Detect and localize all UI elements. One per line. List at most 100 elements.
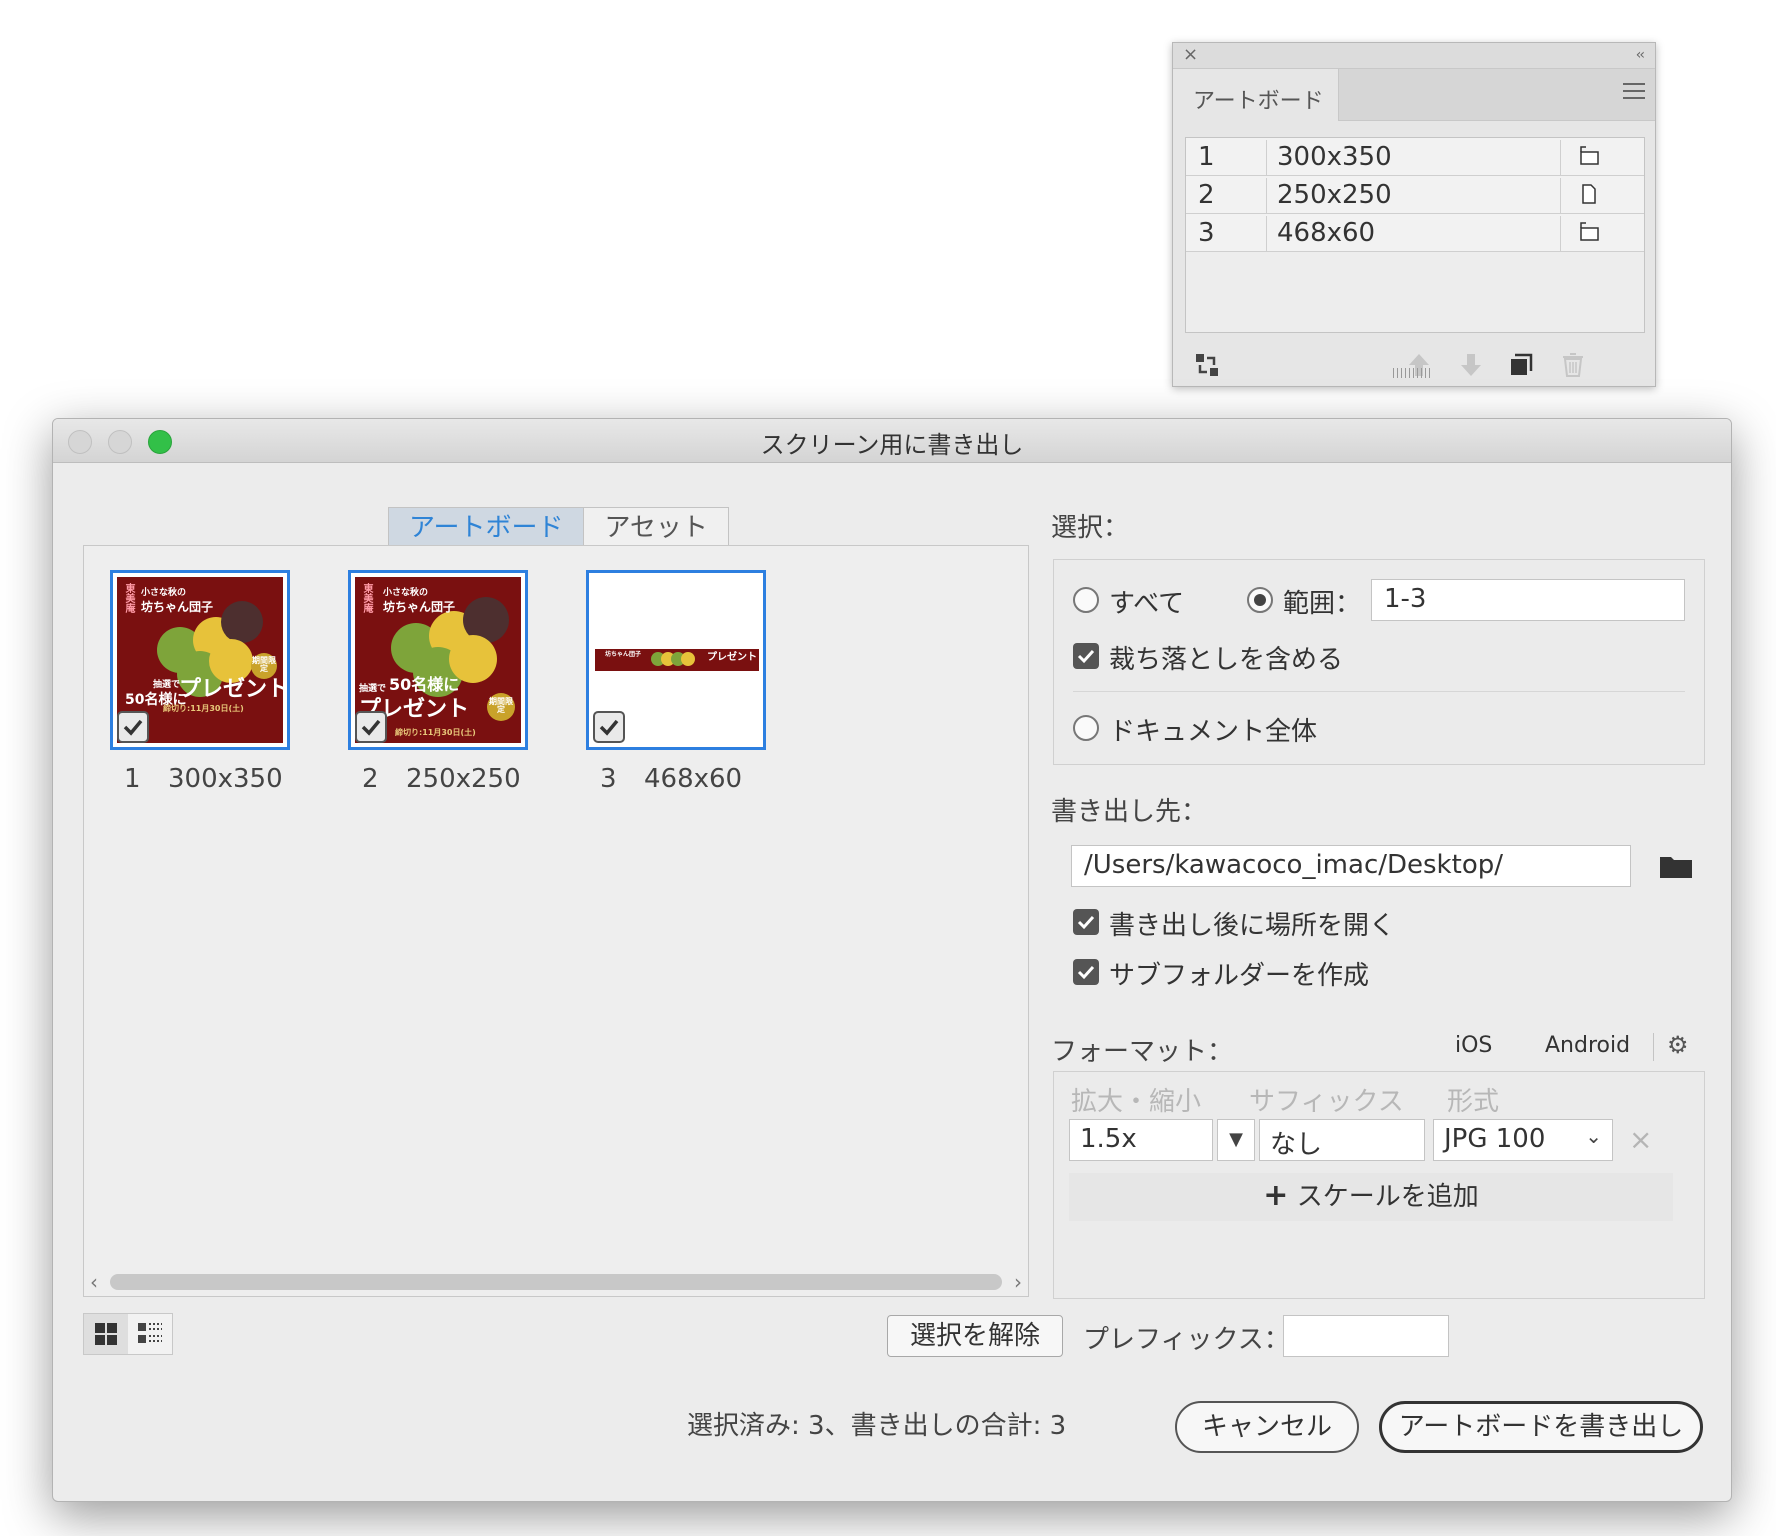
- artboard-landscape-icon[interactable]: [1578, 220, 1600, 244]
- grid-view-button[interactable]: [84, 1314, 128, 1354]
- suffix-input[interactable]: なし: [1259, 1119, 1425, 1161]
- collapse-icon[interactable]: ‹‹: [1636, 47, 1645, 63]
- column-suffix: サフィックス: [1249, 1087, 1404, 1117]
- tab-bar: アートボード アセット: [388, 507, 729, 547]
- radio-whole-document[interactable]: [1073, 715, 1099, 741]
- thumbnail-number: 3: [600, 764, 617, 794]
- list-view-button[interactable]: [128, 1314, 172, 1354]
- artboard-checkbox[interactable]: [117, 711, 149, 743]
- include-bleed-checkbox[interactable]: [1073, 643, 1099, 669]
- rearrange-artboards-icon[interactable]: [1193, 351, 1221, 379]
- artboard-row[interactable]: 3 468x60: [1186, 214, 1644, 252]
- art-badge: 期間限定: [487, 693, 515, 721]
- art-line2: 坊ちゃん団子: [605, 651, 642, 658]
- prefix-input[interactable]: [1283, 1315, 1449, 1357]
- add-scale-button[interactable]: + スケールを追加: [1069, 1173, 1673, 1221]
- folder-icon[interactable]: [1659, 853, 1693, 879]
- artboard-thumbnail[interactable]: 坊ちゃん団子 プレゼント: [586, 570, 766, 750]
- radio-range-label: 範囲：: [1283, 589, 1362, 619]
- artboard-thumbnail[interactable]: 東美庵 小さな秋の 坊ちゃん団子 期間限定 抽選で 50名様に プレゼント 締切…: [110, 570, 290, 750]
- thumbnail-size: 300x350: [168, 764, 283, 794]
- art-deadline: 締切り:11月30日(土): [163, 704, 244, 713]
- format-select[interactable]: JPG 100 ⌄: [1433, 1119, 1613, 1161]
- scrollbar-thumb[interactable]: [110, 1274, 1002, 1290]
- banner-image: 坊ちゃん団子 プレゼント: [595, 649, 759, 671]
- divider: [1073, 691, 1685, 692]
- thumbnail-size: 250x250: [406, 764, 521, 794]
- status-text: 選択済み: 3、書き出しの合計: 3: [687, 1411, 1067, 1441]
- resize-grip[interactable]: [1393, 368, 1433, 378]
- artboard-checkbox[interactable]: [355, 711, 387, 743]
- artboard-checkbox[interactable]: [593, 711, 625, 743]
- artboard-landscape-icon[interactable]: [1578, 144, 1600, 168]
- new-artboard-icon[interactable]: [1507, 351, 1535, 379]
- close-icon[interactable]: ×: [1183, 46, 1198, 64]
- artboard-name[interactable]: 250x250: [1266, 178, 1561, 214]
- export-to-label: 書き出し先：: [1051, 797, 1208, 827]
- art-line1: 小さな秋の: [383, 588, 429, 598]
- panel-footer: [1173, 343, 1655, 387]
- thumbnail-number: 2: [362, 764, 379, 794]
- artboards-panel: × ‹‹ アートボード 1 300x350 2 250x250 3 468x60: [1172, 42, 1656, 387]
- artboard-name[interactable]: 300x350: [1266, 140, 1561, 176]
- export-path-input[interactable]: /Users/kawacoco_imac/Desktop/: [1071, 845, 1631, 887]
- delete-icon[interactable]: [1559, 351, 1587, 379]
- grid-view-icon: [95, 1323, 117, 1345]
- selection-label: 選択：: [1051, 513, 1130, 543]
- radio-range[interactable]: [1247, 587, 1273, 613]
- scale-dropdown-button[interactable]: ▼: [1217, 1119, 1255, 1161]
- include-bleed-label: 裁ち落としを含める: [1109, 645, 1344, 675]
- tab-assets[interactable]: アセット: [584, 507, 729, 547]
- export-artboards-button[interactable]: アートボードを書き出し: [1379, 1401, 1703, 1453]
- artboard-row[interactable]: 1 300x350: [1186, 138, 1644, 176]
- panel-titlebar: × ‹‹: [1173, 43, 1655, 69]
- art-lottery: 抽選で: [153, 680, 181, 690]
- radio-whole-document-label: ドキュメント全体: [1109, 717, 1318, 747]
- view-toggle: [83, 1313, 173, 1355]
- format-select-value: JPG 100: [1444, 1124, 1546, 1154]
- art-present-a: 50名様に: [389, 675, 460, 694]
- thumbnail-size: 468x60: [644, 764, 743, 794]
- move-down-icon[interactable]: [1457, 351, 1485, 379]
- column-scale: 拡大・縮小: [1071, 1087, 1202, 1117]
- panel-menu-icon[interactable]: [1623, 83, 1645, 104]
- open-after-export-checkbox[interactable]: [1073, 909, 1099, 935]
- gear-icon[interactable]: ⚙: [1667, 1033, 1689, 1057]
- range-input[interactable]: 1-3: [1371, 579, 1685, 621]
- radio-all-label: すべて: [1109, 589, 1185, 619]
- open-after-export-label: 書き出し後に場所を開く: [1109, 911, 1396, 941]
- panel-tab-artboards[interactable]: アートボード: [1173, 69, 1339, 121]
- art-deadline: 締切り:11月30日(土): [395, 728, 476, 737]
- scale-input[interactable]: 1.5x: [1069, 1119, 1213, 1161]
- dialog-titlebar: スクリーン用に書き出し: [53, 419, 1731, 463]
- scroll-right-icon[interactable]: ›: [1014, 1270, 1022, 1294]
- artboard-preview-area: 東美庵 小さな秋の 坊ちゃん団子 期間限定 抽選で 50名様に プレゼント 締切…: [83, 545, 1029, 1297]
- tab-artboards[interactable]: アートボード: [388, 507, 585, 547]
- art-brand: 東美庵: [361, 583, 372, 613]
- prefix-label: プレフィックス：: [1083, 1325, 1290, 1355]
- deselect-button[interactable]: 選択を解除: [887, 1315, 1063, 1357]
- artboard-list: 1 300x350 2 250x250 3 468x60: [1185, 137, 1645, 333]
- scroll-left-icon[interactable]: ‹: [90, 1270, 98, 1294]
- artboard-thumbnail[interactable]: 東美庵 小さな秋の 坊ちゃん団子 抽選で 50名様に プレゼント 期間限定 締切…: [348, 570, 528, 750]
- artboard-row[interactable]: 2 250x250: [1186, 176, 1644, 214]
- plus-icon: +: [1263, 1178, 1289, 1213]
- artboard-name[interactable]: 468x60: [1266, 216, 1561, 252]
- art-line2: 坊ちゃん団子: [383, 600, 456, 614]
- panel-tab-row: アートボード: [1173, 69, 1655, 121]
- art-badge: 期間限定: [251, 653, 277, 679]
- artboard-number: 3: [1198, 218, 1215, 248]
- artboard-portrait-icon[interactable]: [1578, 182, 1600, 206]
- art-present-b: プレゼント: [179, 677, 283, 702]
- android-preset-button[interactable]: Android: [1545, 1033, 1630, 1058]
- remove-scale-icon[interactable]: ×: [1629, 1123, 1652, 1156]
- ios-preset-button[interactable]: iOS: [1455, 1033, 1492, 1058]
- dialog-title: スクリーン用に書き出し: [760, 431, 1024, 459]
- cancel-button[interactable]: キャンセル: [1175, 1401, 1359, 1453]
- chevron-down-icon: ⌄: [1585, 1124, 1602, 1148]
- horizontal-scrollbar[interactable]: ‹ ›: [88, 1270, 1024, 1294]
- artboard-number: 2: [1198, 180, 1215, 210]
- art-line2: 坊ちゃん団子: [141, 600, 214, 614]
- radio-all[interactable]: [1073, 587, 1099, 613]
- create-subfolder-checkbox[interactable]: [1073, 959, 1099, 985]
